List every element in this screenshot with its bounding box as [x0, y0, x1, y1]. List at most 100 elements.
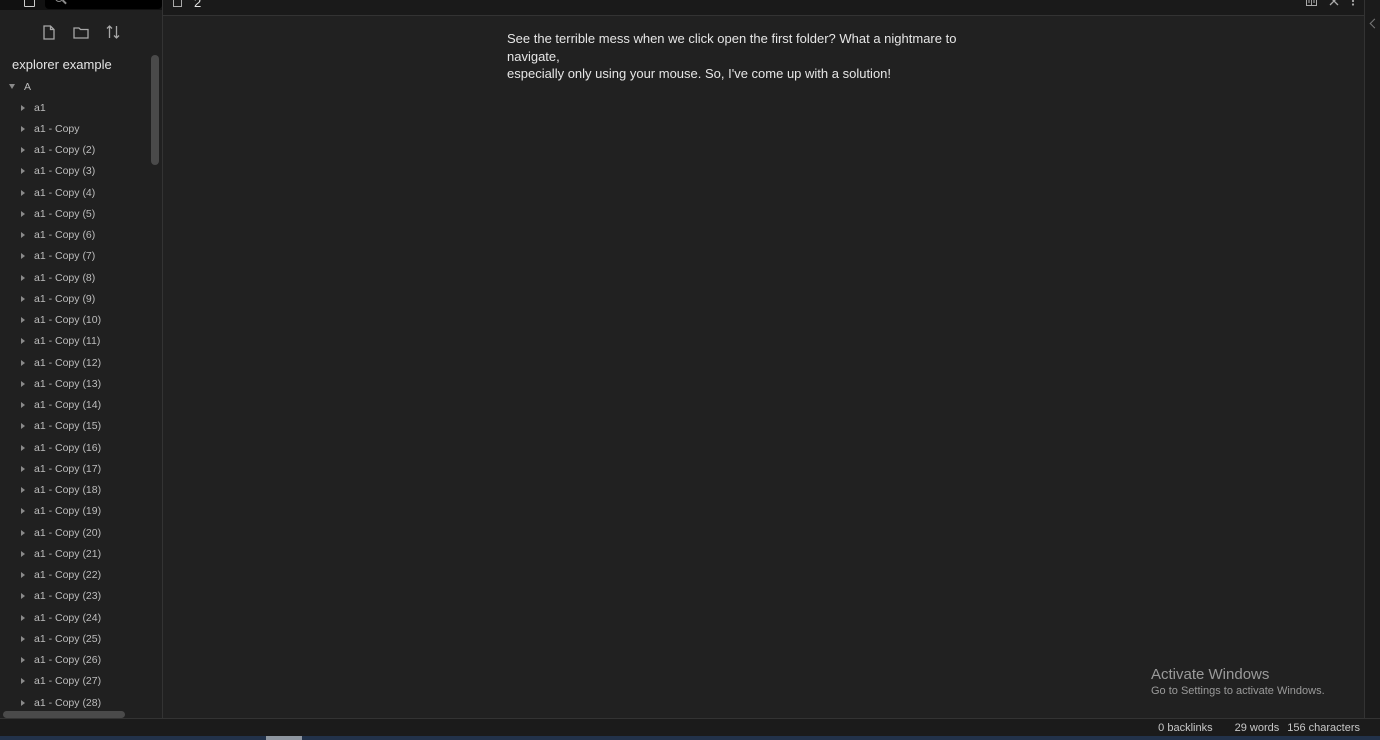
collapsed-chevron-icon	[21, 699, 25, 706]
note-content[interactable]: See the terrible mess when we click open…	[507, 30, 1007, 83]
file-explorer-sidebar: explorer example A a1 a1 - Copy a1 - Copy …	[0, 0, 162, 718]
folder-item-label: a1 - Copy (26)	[34, 654, 102, 667]
file-tree: A a1 a1 - Copy a1 - Copy (2) a1 - Copy (3) a…	[0, 76, 150, 713]
folder-item-label: a1 - Copy (2)	[34, 144, 96, 157]
folder-item-label: a1 - Copy (18)	[34, 484, 102, 497]
character-count: 156 characters	[1287, 722, 1360, 734]
collapsed-chevron-icon	[21, 189, 25, 196]
folder-item[interactable]: a1 - Copy (21)	[0, 543, 150, 564]
close-icon[interactable]	[1329, 0, 1339, 6]
folder-item[interactable]: a1 - Copy (18)	[0, 480, 150, 501]
folder-item-label: a1 - Copy (7)	[34, 250, 96, 263]
expand-right-sidebar-icon[interactable]	[1369, 18, 1380, 29]
folder-item[interactable]: a1 - Copy (20)	[0, 522, 150, 543]
folder-item[interactable]: a1	[0, 97, 150, 118]
collapsed-chevron-icon	[21, 423, 25, 430]
new-folder-icon	[73, 26, 89, 39]
folder-item-label: a1 - Copy (14)	[34, 399, 102, 412]
note-title[interactable]: 2	[194, 0, 201, 10]
collapsed-chevron-icon	[21, 295, 25, 302]
folder-item[interactable]: a1 - Copy (22)	[0, 565, 150, 586]
folder-item[interactable]: a1 - Copy (9)	[0, 288, 150, 309]
sidebar-tab-header	[0, 0, 162, 10]
sidebar-horizontal-scrollbar[interactable]	[3, 711, 125, 718]
folder-item-label: a1 - Copy (22)	[34, 569, 102, 582]
sort-button[interactable]	[104, 22, 122, 42]
folder-item[interactable]: a1 - Copy (24)	[0, 607, 150, 628]
folder-item[interactable]: a1 - Copy (17)	[0, 458, 150, 479]
folder-item[interactable]: a1 - Copy (23)	[0, 586, 150, 607]
files-tab-icon[interactable]	[24, 0, 35, 7]
collapsed-chevron-icon	[21, 529, 25, 536]
folder-item[interactable]: a1 - Copy (25)	[0, 628, 150, 649]
note-line-2: especially only using your mouse. So, I'…	[507, 66, 892, 81]
collapsed-chevron-icon	[21, 678, 25, 685]
folder-item-label: a1	[34, 101, 46, 114]
activate-windows-watermark: Activate Windows Go to Settings to activ…	[1151, 666, 1325, 697]
collapsed-chevron-icon	[21, 168, 25, 175]
collapsed-chevron-icon	[21, 657, 25, 664]
folder-item[interactable]: a1 - Copy (10)	[0, 310, 150, 331]
folder-item-label: a1 - Copy (13)	[34, 377, 102, 390]
collapsed-chevron-icon	[21, 232, 25, 239]
collapsed-chevron-icon	[21, 444, 25, 451]
expanded-chevron-icon	[9, 84, 15, 89]
folder-item[interactable]: a1 - Copy (27)	[0, 671, 150, 692]
search-tab[interactable]	[45, 0, 162, 9]
taskbar-item[interactable]	[266, 736, 302, 740]
collapsed-chevron-icon	[21, 274, 25, 281]
word-count: 29 words	[1234, 722, 1280, 734]
folder-item[interactable]: a1 - Copy (4)	[0, 182, 150, 203]
sidebar-vertical-scrollbar[interactable]	[151, 55, 159, 165]
note-line-1: See the terrible mess when we click open…	[507, 31, 957, 64]
collapsed-chevron-icon	[21, 614, 25, 621]
more-options-icon[interactable]	[1351, 0, 1355, 6]
folder-item[interactable]: a1 - Copy (12)	[0, 352, 150, 373]
reading-view-icon[interactable]	[1306, 0, 1317, 6]
folder-item[interactable]: a1 - Copy (19)	[0, 501, 150, 522]
folder-item[interactable]: a1 - Copy (11)	[0, 331, 150, 352]
folder-item-label: a1 - Copy (16)	[34, 441, 102, 454]
folder-item[interactable]: a1 - Copy (13)	[0, 373, 150, 394]
collapsed-chevron-icon	[21, 317, 25, 324]
folder-item-label: a1 - Copy (4)	[34, 186, 96, 199]
folder-item-label: a1 - Copy (15)	[34, 420, 102, 433]
folder-item-label: a1 - Copy (27)	[34, 675, 102, 688]
watermark-title: Activate Windows	[1151, 666, 1270, 683]
new-note-button[interactable]	[40, 22, 58, 42]
folder-item[interactable]: a1 - Copy (7)	[0, 246, 150, 267]
folder-item[interactable]: a1 - Copy	[0, 118, 150, 139]
folder-item[interactable]: a1 - Copy (2)	[0, 140, 150, 161]
folder-item-label: a1 - Copy	[34, 122, 80, 135]
new-folder-button[interactable]	[72, 22, 90, 42]
folder-a[interactable]: A	[0, 76, 150, 97]
folder-item[interactable]: a1 - Copy (6)	[0, 225, 150, 246]
collapsed-chevron-icon	[21, 593, 25, 600]
status-bar: 0 backlinks 29 words 156 characters	[0, 718, 1380, 737]
collapsed-chevron-icon	[21, 402, 25, 409]
folder-item-label: a1 - Copy (19)	[34, 505, 102, 518]
folder-label: A	[24, 80, 32, 93]
collapsed-chevron-icon	[21, 147, 25, 154]
folder-item-label: a1 - Copy (8)	[34, 271, 96, 284]
collapsed-chevron-icon	[21, 253, 25, 260]
folder-item[interactable]: a1 - Copy (3)	[0, 161, 150, 182]
folder-item-label: a1 - Copy (25)	[34, 632, 102, 645]
collapsed-chevron-icon	[21, 104, 25, 111]
folder-item-label: a1 - Copy (11)	[34, 335, 101, 348]
backlinks-count[interactable]: 0 backlinks	[1158, 722, 1212, 734]
right-sidebar-collapsed	[1364, 0, 1380, 718]
vault-title[interactable]: explorer example	[12, 57, 112, 72]
collapsed-chevron-icon	[21, 210, 25, 217]
editor-pane: 2 See the terrible mess when we click op…	[162, 0, 1365, 718]
folder-item[interactable]: a1 - Copy (15)	[0, 416, 150, 437]
folder-item[interactable]: a1 - Copy (5)	[0, 203, 150, 224]
folder-item[interactable]: a1 - Copy (16)	[0, 437, 150, 458]
folder-item[interactable]: a1 - Copy (26)	[0, 650, 150, 671]
folder-item-label: a1 - Copy (20)	[34, 526, 102, 539]
folder-item-label: a1 - Copy (10)	[34, 314, 102, 327]
collapsed-chevron-icon	[21, 338, 25, 345]
collapsed-chevron-icon	[21, 550, 25, 557]
folder-item[interactable]: a1 - Copy (8)	[0, 267, 150, 288]
folder-item[interactable]: a1 - Copy (14)	[0, 395, 150, 416]
